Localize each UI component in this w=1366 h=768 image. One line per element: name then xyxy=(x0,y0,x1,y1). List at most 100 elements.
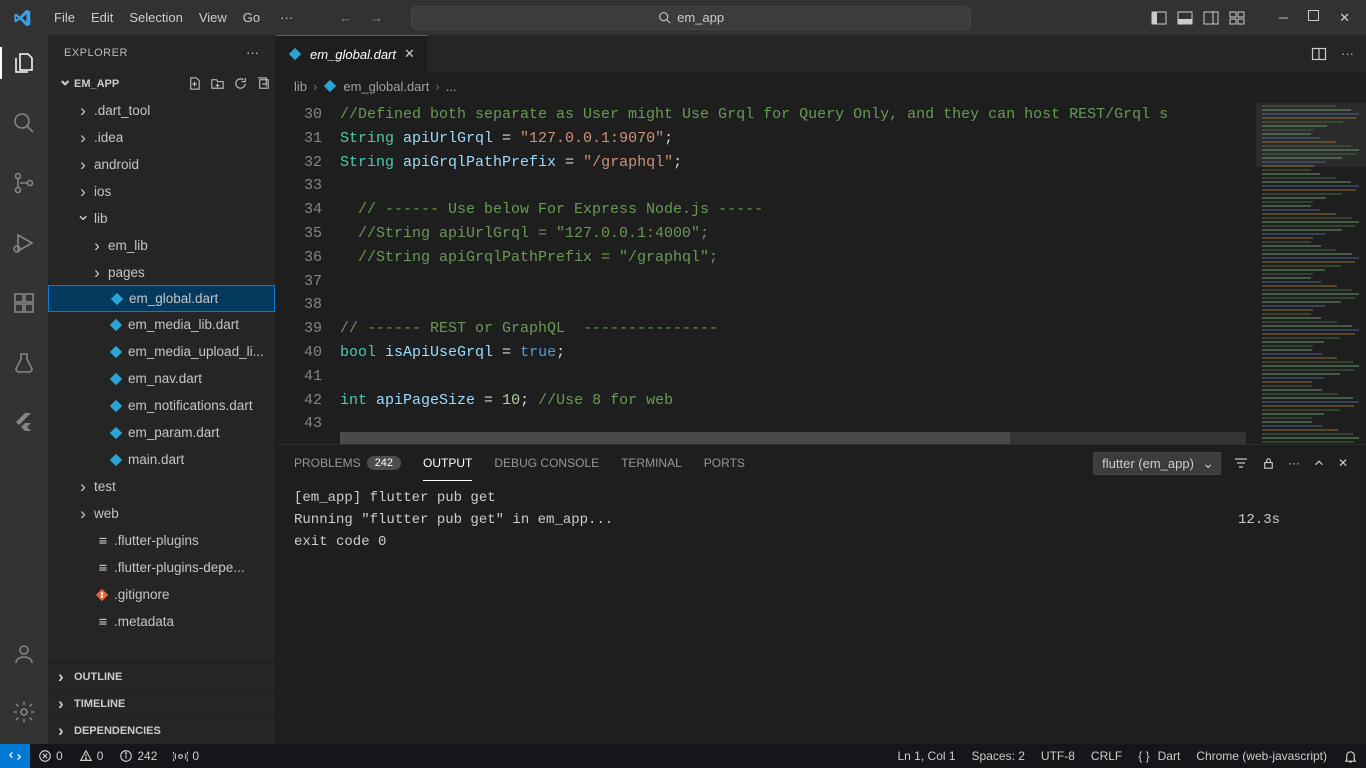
window-maximize-icon[interactable] xyxy=(1308,10,1319,26)
activity-extensions-icon[interactable] xyxy=(0,283,48,323)
tree-item-label: web xyxy=(94,506,119,521)
folder-test[interactable]: test xyxy=(48,473,275,500)
activity-search-icon[interactable] xyxy=(0,103,48,143)
minimap[interactable] xyxy=(1256,99,1366,444)
folder-web[interactable]: web xyxy=(48,500,275,527)
collapse-all-icon[interactable] xyxy=(256,76,271,91)
folder-ios[interactable]: ios xyxy=(48,178,275,205)
breadcrumb-segment[interactable]: ... xyxy=(446,79,457,94)
file-em_notifications.dart[interactable]: em_notifications.dart xyxy=(48,392,275,419)
tab-em-global[interactable]: em_global.dart ✕ xyxy=(276,35,428,72)
lock-scroll-icon[interactable] xyxy=(1261,456,1276,471)
remote-indicator[interactable] xyxy=(0,744,30,768)
chevron-right-icon xyxy=(76,157,90,172)
panel-more-icon[interactable]: ··· xyxy=(1288,456,1300,470)
tab-label: em_global.dart xyxy=(310,47,396,62)
folder-.idea[interactable]: .idea xyxy=(48,124,275,151)
layout-sidebar-right-icon[interactable] xyxy=(1203,10,1219,26)
nav-forward-icon[interactable]: → xyxy=(366,6,387,29)
file-em_global.dart[interactable]: em_global.dart xyxy=(48,285,275,312)
dart-file-icon xyxy=(323,79,337,93)
window-close-icon[interactable]: ✕ xyxy=(1339,10,1350,26)
file-em_media_lib.dart[interactable]: em_media_lib.dart xyxy=(48,311,275,338)
section-outline[interactable]: OUTLINE xyxy=(48,663,275,690)
activity-testing-icon[interactable] xyxy=(0,343,48,383)
output-channel-dropdown[interactable]: flutter (em_app) xyxy=(1093,452,1221,475)
file-em_nav.dart[interactable]: em_nav.dart xyxy=(48,365,275,392)
folder-.dart_tool[interactable]: .dart_tool xyxy=(48,97,275,124)
explorer-more-icon[interactable]: ··· xyxy=(246,45,259,60)
layout-customize-icon[interactable] xyxy=(1229,10,1245,26)
tree-item-label: em_global.dart xyxy=(129,291,218,306)
new-file-icon[interactable] xyxy=(187,76,202,91)
status-port-forward[interactable]: 0 xyxy=(165,744,207,768)
breadcrumbs[interactable]: lib › em_global.dart › ... xyxy=(276,73,1366,99)
panel-tab-output[interactable]: OUTPUT xyxy=(423,445,472,481)
menu-file[interactable]: File xyxy=(46,6,83,29)
code-content[interactable]: //Defined both separate as User might Us… xyxy=(340,99,1256,444)
activity-run-debug-icon[interactable] xyxy=(0,223,48,263)
status-encoding[interactable]: UTF-8 xyxy=(1033,749,1083,763)
section-dependencies[interactable]: DEPENDENCIES xyxy=(48,717,275,744)
new-folder-icon[interactable] xyxy=(210,76,225,91)
folder-pages[interactable]: pages xyxy=(48,259,275,286)
status-indentation[interactable]: Spaces: 2 xyxy=(964,749,1033,763)
nav-back-icon[interactable]: ← xyxy=(335,6,356,29)
folder-android[interactable]: android xyxy=(48,151,275,178)
status-info[interactable]: 242 xyxy=(111,744,165,768)
tab-more-icon[interactable]: ··· xyxy=(1341,46,1354,61)
code-editor[interactable]: 3031323334353637383940414243 //Defined b… xyxy=(276,99,1366,444)
folder-em_lib[interactable]: em_lib xyxy=(48,232,275,259)
layout-panel-icon[interactable] xyxy=(1177,10,1193,26)
panel-close-icon[interactable]: ✕ xyxy=(1338,456,1348,470)
file-.gitignore[interactable]: .gitignore xyxy=(48,581,275,608)
explorer-folder-header[interactable]: EM_APP xyxy=(48,70,275,97)
menu-selection[interactable]: Selection xyxy=(121,6,190,29)
folder-lib[interactable]: lib xyxy=(48,205,275,232)
status-eol[interactable]: CRLF xyxy=(1083,749,1130,763)
tab-close-icon[interactable]: ✕ xyxy=(404,46,415,62)
file-main.dart[interactable]: main.dart xyxy=(48,446,275,473)
file-em_media_upload_li...[interactable]: em_media_upload_li... xyxy=(48,338,275,365)
breadcrumb-segment[interactable]: em_global.dart xyxy=(343,79,429,94)
file-.flutter-plugins-depe...[interactable]: ≡.flutter-plugins-depe... xyxy=(48,554,275,581)
output-body[interactable]: [em_app] flutter pub getRunning "flutter… xyxy=(276,481,1366,744)
activity-account-icon[interactable] xyxy=(0,634,48,674)
activity-source-control-icon[interactable] xyxy=(0,163,48,203)
menu-edit[interactable]: Edit xyxy=(83,6,121,29)
status-cursor-position[interactable]: Ln 1, Col 1 xyxy=(890,749,964,763)
panel-tab-problems[interactable]: PROBLEMS 242 xyxy=(294,445,401,481)
filter-icon[interactable] xyxy=(1233,455,1249,471)
dart-file-icon xyxy=(108,371,124,387)
activity-explorer-icon[interactable] xyxy=(0,43,48,83)
menu-overflow-icon[interactable]: ··· xyxy=(272,6,301,29)
file-.metadata[interactable]: ≡.metadata xyxy=(48,608,275,635)
window-minimize-icon[interactable]: ─ xyxy=(1279,10,1288,26)
activity-settings-gear-icon[interactable] xyxy=(0,692,48,732)
file-em_param.dart[interactable]: em_param.dart xyxy=(48,419,275,446)
status-errors[interactable]: 0 xyxy=(30,744,71,768)
status-warnings[interactable]: 0 xyxy=(71,744,112,768)
panel-tab-terminal[interactable]: TERMINAL xyxy=(621,445,682,481)
split-editor-icon[interactable] xyxy=(1311,46,1327,62)
chevron-right-icon xyxy=(76,103,90,118)
status-language-mode[interactable]: { }Dart xyxy=(1130,749,1188,763)
chevron-down-icon xyxy=(58,77,72,91)
status-notifications-icon[interactable] xyxy=(1335,749,1366,764)
layout-sidebar-left-icon[interactable] xyxy=(1151,10,1167,26)
section-timeline[interactable]: TIMELINE xyxy=(48,690,275,717)
refresh-icon[interactable] xyxy=(233,76,248,91)
chevron-right-icon: › xyxy=(313,79,317,94)
panel-tab-debug-console[interactable]: DEBUG CONSOLE xyxy=(494,445,599,481)
file-.flutter-plugins[interactable]: ≡.flutter-plugins xyxy=(48,527,275,554)
panel-tab-ports[interactable]: PORTS xyxy=(704,445,745,481)
status-flutter-device[interactable]: Chrome (web-javascript) xyxy=(1188,749,1335,763)
panel-maximize-icon[interactable] xyxy=(1312,456,1326,470)
command-center-search[interactable]: em_app xyxy=(411,6,971,30)
menu-view[interactable]: View xyxy=(191,6,235,29)
activity-flutter-icon[interactable] xyxy=(0,403,48,443)
horizontal-scrollbar[interactable] xyxy=(340,432,1246,444)
menu-go[interactable]: Go xyxy=(235,6,268,29)
tree-item-label: em_media_lib.dart xyxy=(128,317,239,332)
breadcrumb-segment[interactable]: lib xyxy=(294,79,307,94)
